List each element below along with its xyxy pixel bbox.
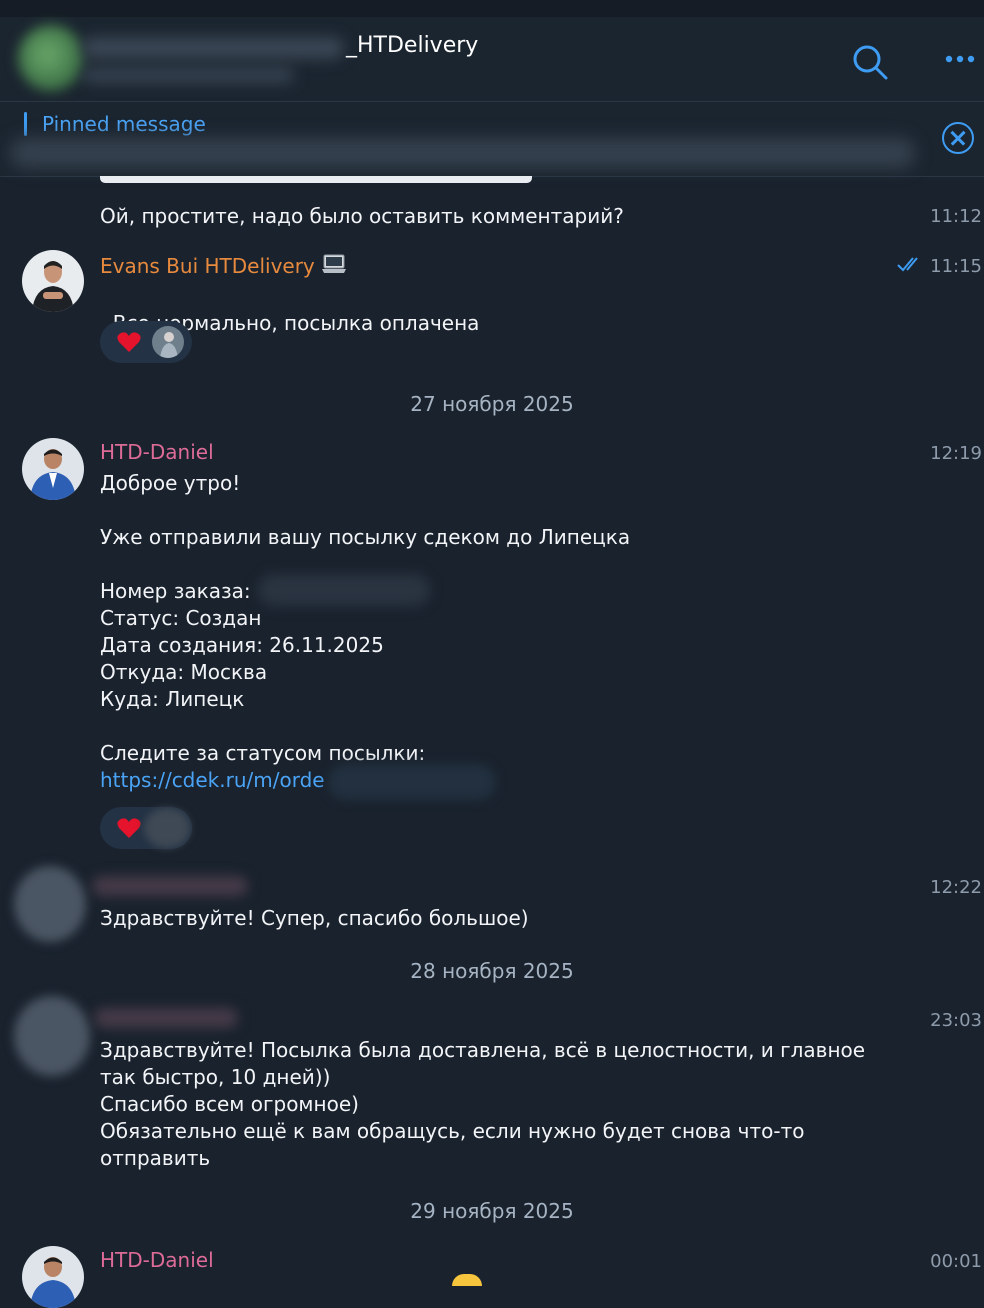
date-separator: 29 ноября 2025 <box>410 1199 574 1223</box>
date-separator: 28 ноября 2025 <box>410 959 574 983</box>
date-separator: 27 ноября 2025 <box>410 392 574 416</box>
sender-name-text: Evans Bui HTDelivery <box>100 254 315 278</box>
message-time: 11:15 <box>930 256 982 277</box>
message-text: Здравствуйте! Супер, спасибо большое) <box>100 906 529 930</box>
laptop-icon <box>322 254 347 273</box>
chat-title[interactable]: _HTDelivery <box>346 33 478 58</box>
tracking-link[interactable]: https://cdek.ru/m/orde <box>100 767 325 794</box>
redacted-order-number <box>258 574 430 606</box>
avatar[interactable] <box>22 438 84 500</box>
redacted-sender-name <box>92 876 248 896</box>
sender-name[interactable]: HTD-Daniel <box>100 440 214 464</box>
redacted-subtitle <box>82 67 294 83</box>
message-line: Следите за статусом посылки: <box>100 741 426 765</box>
reaction-user-avatar <box>152 326 184 358</box>
reaction-chip[interactable] <box>100 807 192 849</box>
avatar[interactable] <box>22 1246 84 1308</box>
reaction-user-avatar <box>144 808 190 848</box>
redacted-sender-name <box>94 1008 238 1028</box>
redacted-pinned-text <box>10 138 915 168</box>
message-time: 12:22 <box>930 877 982 898</box>
heart-icon <box>117 818 141 838</box>
pinned-label: Pinned message <box>42 112 206 136</box>
avatar[interactable] <box>14 996 90 1076</box>
close-icon[interactable] <box>942 122 974 154</box>
more-button[interactable] <box>936 43 984 83</box>
sender-name[interactable]: Evans Bui HTDelivery <box>100 252 347 278</box>
message-time: 00:01 <box>930 1251 982 1272</box>
double-check-icon <box>897 257 919 272</box>
message-line: Номер заказа: <box>100 579 251 603</box>
message-line: Уже отправили вашу посылку сдеком до Лип… <box>100 525 631 549</box>
pinned-indicator <box>24 112 27 136</box>
status-bar-band <box>0 0 984 17</box>
chat-avatar[interactable] <box>18 25 84 91</box>
message-text: Ой, простите, надо было оставить коммент… <box>100 204 624 228</box>
message-line: Дата создания: 26.11.2025 <box>100 633 384 657</box>
message-line: Доброе утро! <box>100 471 241 495</box>
redacted-link <box>328 764 496 800</box>
reaction-chip[interactable] <box>100 321 192 363</box>
message-text: Здравствуйте! Посылка была доставлена, в… <box>100 1038 866 1170</box>
emoji-partial <box>452 1274 482 1286</box>
message-line: Откуда: Москва <box>100 660 268 684</box>
avatar[interactable] <box>14 866 86 942</box>
heart-icon <box>117 332 141 352</box>
search-icon <box>853 45 888 80</box>
redacted-title <box>82 37 344 59</box>
message-time: 23:03 <box>930 1010 982 1031</box>
message-time-row: 11:15 <box>896 255 982 277</box>
media-preview-edge[interactable] <box>100 176 532 183</box>
search-button[interactable] <box>846 39 894 87</box>
message-line: Куда: Липецк <box>100 687 245 711</box>
message-line: Статус: Создан <box>100 606 262 630</box>
message-time: 12:19 <box>930 443 982 464</box>
chat-header: _HTDelivery <box>0 17 984 102</box>
sender-name[interactable]: HTD-Daniel <box>100 1248 214 1272</box>
more-icon <box>945 55 975 63</box>
pinned-message-bar[interactable]: Pinned message <box>0 102 984 177</box>
message-time: 11:12 <box>930 206 982 227</box>
avatar[interactable] <box>22 250 84 312</box>
